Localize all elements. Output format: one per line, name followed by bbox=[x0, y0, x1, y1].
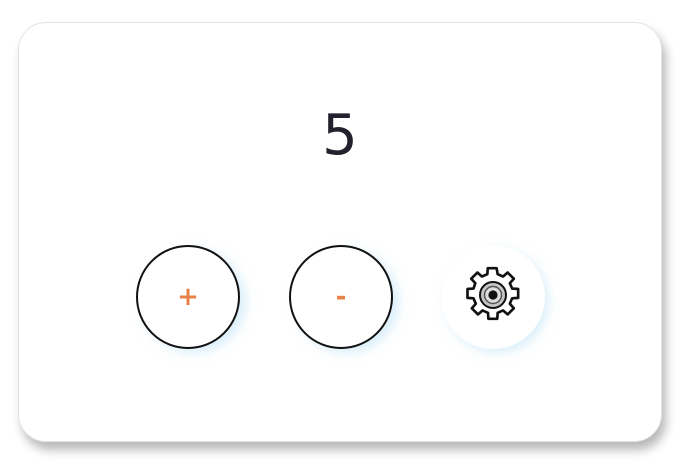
counter-value: 5 bbox=[322, 103, 358, 168]
increment-button[interactable]: + bbox=[136, 245, 240, 349]
settings-button[interactable] bbox=[441, 245, 545, 349]
counter-card: 5 + - bbox=[18, 22, 662, 442]
gear-icon bbox=[463, 265, 523, 329]
decrement-button[interactable]: - bbox=[289, 245, 393, 349]
